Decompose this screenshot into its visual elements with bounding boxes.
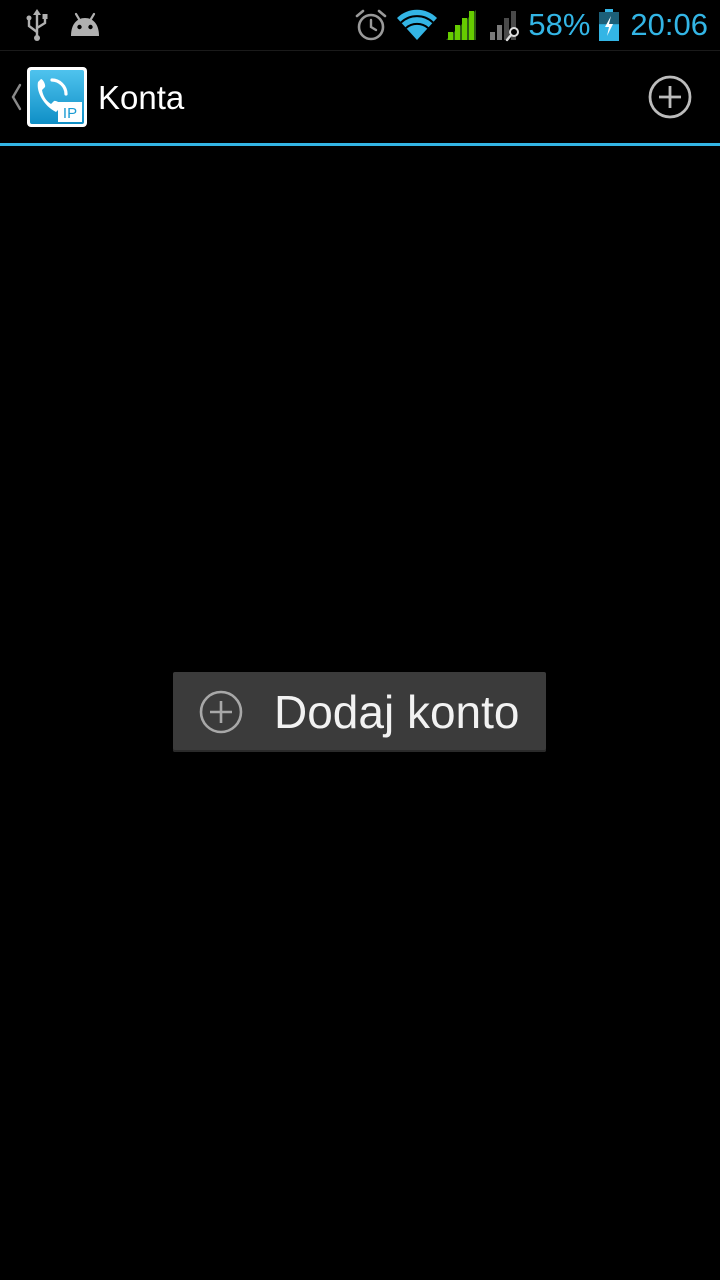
alarm-icon (356, 9, 387, 41)
signal-searching-icon (490, 11, 520, 42)
signal-icon (446, 10, 477, 40)
plus-circle-icon (648, 75, 692, 119)
chevron-back-icon (11, 83, 22, 111)
page-title: Konta (98, 78, 185, 116)
accounts-list-empty: Dodaj konto (0, 146, 720, 1280)
add-account-label: Dodaj konto (274, 686, 520, 738)
up-navigation[interactable]: IP Konta (0, 51, 200, 143)
status-bar-notifications (22, 8, 102, 42)
status-bar: 58% 20:06 (0, 0, 720, 51)
svg-text:IP: IP (63, 105, 77, 122)
voip-phone-ip-icon: IP (27, 67, 87, 127)
wifi-icon (397, 9, 438, 40)
android-debug-icon (71, 12, 99, 36)
add-account-action-button[interactable] (642, 69, 698, 125)
usb-icon (26, 9, 48, 41)
action-bar: IP Konta (0, 51, 720, 143)
add-account-button[interactable]: Dodaj konto (173, 672, 546, 752)
battery-charging-icon (599, 9, 620, 41)
status-bar-system-icons: 58% 20:06 (354, 4, 708, 46)
battery-percent: 58% (528, 7, 591, 42)
clock: 20:06 (630, 7, 708, 42)
plus-circle-icon (199, 690, 243, 734)
